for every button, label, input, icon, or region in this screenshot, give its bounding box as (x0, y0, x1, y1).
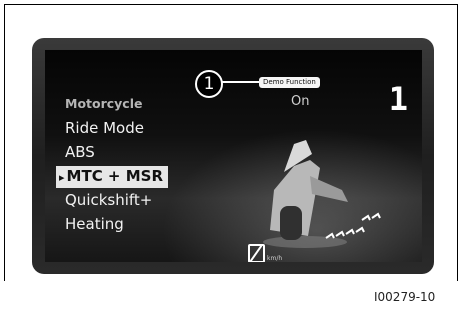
callout-number: 1 (195, 70, 223, 98)
menu-item-heating[interactable]: Heating (65, 214, 124, 234)
motorcycle-image (263, 140, 381, 248)
bike-tail (310, 176, 348, 202)
figure-id: I00279-10 (374, 290, 436, 304)
menu-item-mtc-msr[interactable]: ▸ MTC + MSR (56, 166, 168, 188)
menu-item-abs[interactable]: ABS (65, 142, 95, 162)
menu-header: Motorcycle (65, 96, 143, 111)
tft-display: Motorcycle Ride Mode ABS ▸ MTC + MSR Quic… (45, 50, 422, 262)
demo-function-badge: Demo Function (259, 77, 320, 88)
speed-digit (248, 244, 265, 262)
selection-arrow-icon: ▸ (59, 171, 65, 184)
menu-item-ride-mode[interactable]: Ride Mode (65, 118, 144, 138)
callout-line (221, 81, 259, 83)
direction-marks-right (361, 212, 381, 221)
direction-marks (325, 226, 365, 239)
speed-unit: km/h (267, 255, 283, 262)
menu-item-quickshift[interactable]: Quickshift+ (65, 190, 152, 210)
rear-wheel (280, 206, 302, 240)
menu-item-label: MTC + MSR (66, 167, 163, 185)
status-value: On (291, 94, 310, 109)
